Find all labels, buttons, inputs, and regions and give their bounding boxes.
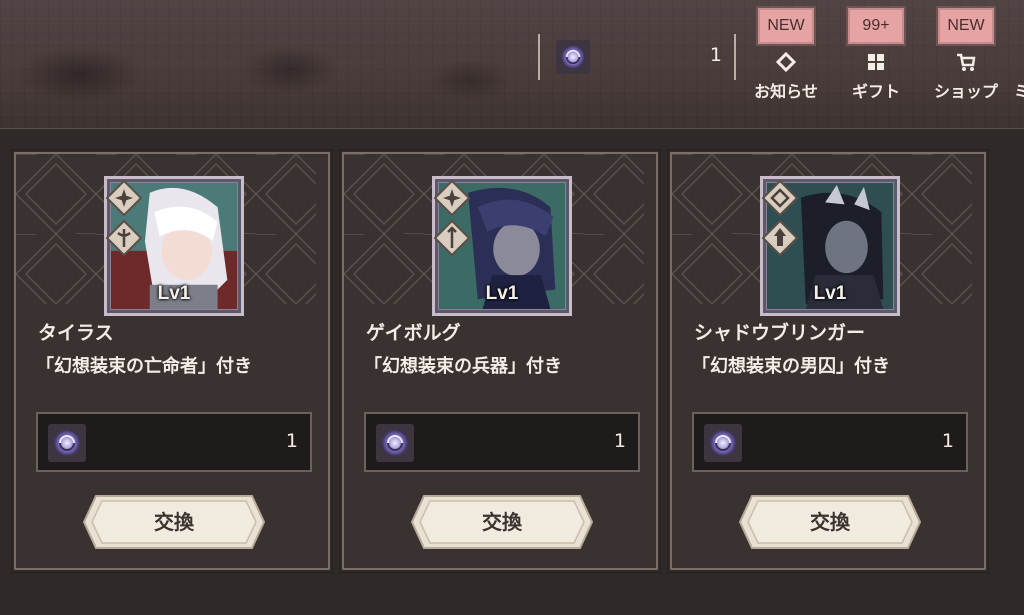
character-outfit: 「幻想装束の男囚」付き [692,356,890,377]
currency-orb-icon [556,40,590,74]
character-level: Lv1 [813,283,847,304]
exchange-button[interactable]: 交換 [82,494,266,550]
notice-label: お知らせ [754,82,818,101]
exchange-button-label: 交換 [482,510,522,534]
gift-label: ギフト [851,82,900,101]
character-outfit: 「幻想装束の亡命者」付き [36,356,252,377]
class-diamond-icon [762,220,798,256]
exchange-card: Lv1 シャドウブリンガー 「幻想装束の男囚」付き 1 交換 [667,149,989,573]
exchange-card: Lv1 ゲイボルグ 「幻想装束の兵器」付き 1 交換 [339,149,661,573]
shop-label: ショップ [933,82,998,101]
cost-box: 1 [692,412,968,472]
exchange-button[interactable]: 交換 [738,494,922,550]
shop-button[interactable]: NEW ショップ [930,6,1002,101]
exchange-button-label: 交換 [154,510,194,534]
character-outfit: 「幻想装束の兵器」付き [364,356,562,377]
currency-orb-icon [376,424,414,462]
cost-value: 1 [613,430,626,452]
exchange-button-label: 交換 [810,510,850,534]
currency-orb-icon [48,424,86,462]
character-level: Lv1 [485,283,519,304]
header-divider-left [538,34,540,80]
currency-orb-icon [704,424,742,462]
cost-value: 1 [941,430,954,452]
cost-value: 1 [285,430,298,452]
cart-icon [957,53,976,71]
currency-amount: 1 [709,44,722,66]
element-diamond-icon [762,180,798,216]
diamond-icon [776,52,796,72]
grid-icon [868,54,884,70]
mission-label-partial[interactable]: ミ [1014,78,1024,102]
notice-button[interactable]: NEW お知らせ [750,6,822,101]
header-divider-right [734,34,736,80]
cost-box: 1 [364,412,640,472]
gift-button[interactable]: 99+ ギフト [840,6,912,101]
notice-new-badge: NEW [756,6,816,46]
element-diamond-icon [106,180,142,216]
character-level: Lv1 [157,283,191,304]
shop-new-badge: NEW [936,6,996,46]
exchange-card: Lv1 タイラス 「幻想装束の亡命者」付き 1 交換 [11,149,333,573]
class-diamond-icon [106,220,142,256]
gift-count-badge: 99+ [846,6,906,46]
exchange-button[interactable]: 交換 [410,494,594,550]
character-name: ゲイボルグ [366,322,461,344]
character-name: シャドウブリンガー [694,322,866,344]
element-diamond-icon [434,180,470,216]
cost-box: 1 [36,412,312,472]
character-name: タイラス [38,322,114,344]
class-diamond-icon [434,220,470,256]
